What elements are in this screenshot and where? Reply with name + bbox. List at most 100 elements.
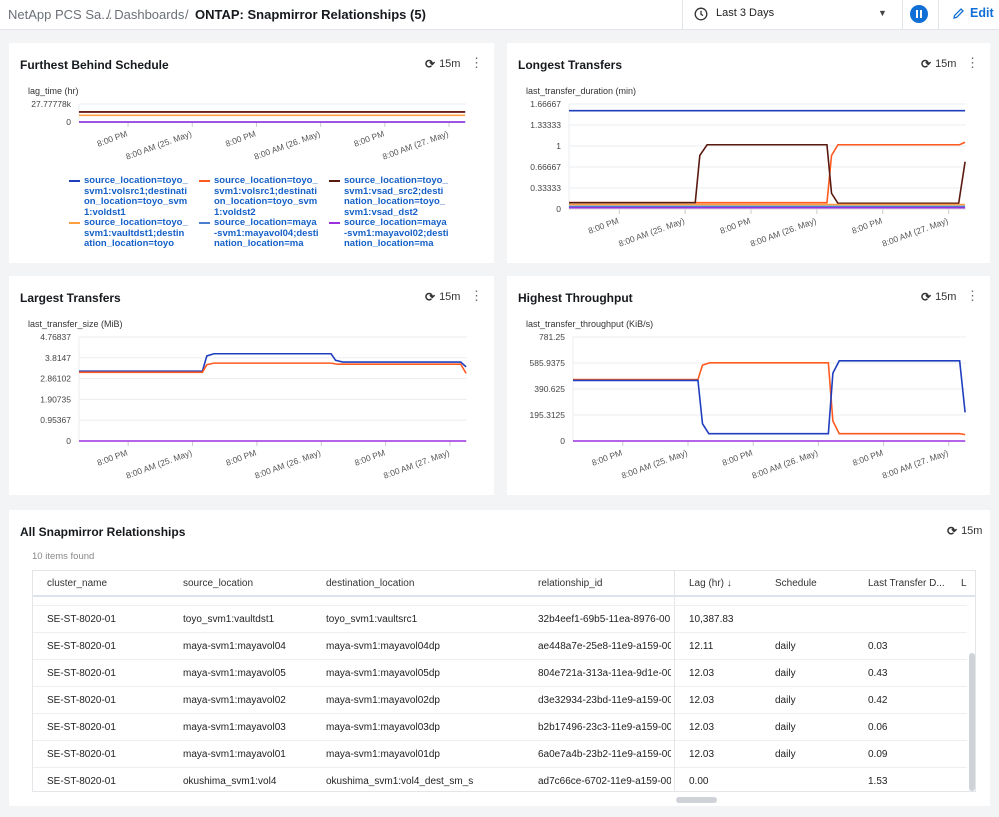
table-panel: All Snapmirror Relationships ⟳ 15m 10 it… [9,510,990,806]
table-row[interactable]: SE-ST-8020-01 maya-svm1:mayavol05 maya-svm… [33,660,967,687]
x-tick-label: 8:00 AM (27. May) [382,447,451,480]
x-tick-label: 8:00 PM [590,447,623,467]
y-tick-label: 781.25 [539,332,565,342]
items-count: 10 items found [32,551,95,562]
legend-label: source_location=maya-svm1:mayavol02;dest… [344,218,449,249]
top-bar: NetApp PCS Sa... / Dashboards / ONTAP: S… [0,0,999,30]
table-cell: maya-svm1:mayavol04dp [326,641,440,652]
y-tick-label: 0 [560,436,565,446]
breadcrumb-root[interactable]: NetApp PCS Sa... [8,7,112,22]
column-header[interactable]: destination_location [326,571,414,597]
caret-down-icon: ▼ [878,8,887,18]
table-cell: maya-svm1:mayavol03 [183,722,286,733]
column-header[interactable]: Last Transfer D... [868,571,945,597]
vertical-scrollbar[interactable] [967,597,975,791]
table-cell: 0.42 [868,695,888,706]
column-header[interactable]: relationship_id [538,571,603,597]
x-tick-label: 8:00 PM [721,447,754,467]
y-tick-label: 4.76837 [40,332,71,342]
table-row[interactable]: SE-ST-8020-01 maya-svm1:mayavol03 maya-svm… [33,714,967,741]
x-tick-label: 8:00 AM (27. May) [881,447,950,480]
table-cell: 1.53 [868,776,888,787]
legend-item[interactable]: source_location=toyo_svm1:volsrc1;destin… [199,176,319,218]
table-cell: 12.03 [689,749,715,760]
y-tick-label: 0.66667 [530,162,561,172]
column-header[interactable]: Lag (hr) ↓ [689,571,732,597]
x-tick-label: 8:00 AM (26. May) [253,128,322,161]
legend-swatch [69,222,80,224]
table-cell: daily [775,668,796,679]
table-cell: maya-svm1:mayavol02 [183,695,286,706]
table-row[interactable]: SE-ST-8020-01 maya-svm1:mayavol04 maya-svm… [33,633,967,660]
x-tick-label: 8:00 PM [719,215,752,235]
y-tick-label: 195.3125 [530,410,566,420]
legend-item[interactable]: source_location=toyo_svm1:volsrc1;destin… [69,176,189,218]
table-row[interactable]: SE-ST-8020-01 okushima_svm1:vol4 okushima_… [33,768,967,791]
column-header[interactable]: cluster_name [47,571,107,597]
pause-button[interactable] [910,5,928,23]
x-tick-label: 8:00 PM [96,447,129,467]
legend-item[interactable]: source_location=toyo_svm1:vsad_src2;dest… [329,176,449,218]
x-tick-label: 8:00 AM (25. May) [620,447,689,480]
edit-label: Edit [970,6,994,20]
refresh-control[interactable]: ⟳ 15m [947,524,982,538]
table-cell: b2b17496-23c3-11e9-a159-00 [538,722,671,733]
table-cell: SE-ST-8020-01 [47,722,116,733]
x-tick-label: 8:00 AM (25. May) [124,128,193,161]
table-cell: 10,387.83 [689,614,734,625]
table-cell: toyo_svm1:vaultdst1 [183,614,275,625]
table-cell: 12.03 [689,695,715,706]
y-tick-label: 3.8147 [45,353,71,363]
table-row[interactable]: SE-ST-8020-01 maya-svm1:mayavol01 maya-svm… [33,741,967,768]
table-row[interactable]: SE-ST-8020-01 toyo_svm1:vaultdst1 toyo_svm… [33,606,967,633]
legend-item[interactable]: source_location=maya-svm1:mayavol02;dest… [329,218,449,250]
y-tick-label: 0 [556,204,561,214]
x-tick-label: 8:00 AM (26. May) [750,447,819,480]
vertical-scrollbar-thumb[interactable] [969,653,975,791]
y-tick-label: 585.9375 [530,358,566,368]
y-tick-label: 1.66667 [530,99,561,109]
y-tick-label: 0 [66,436,71,446]
series-line-2 [569,143,966,205]
horizontal-scrollbar-thumb[interactable] [676,797,717,803]
table-cell: daily [775,695,796,706]
refresh-interval: 15m [961,525,983,537]
y-tick-label: 1.90735 [40,394,71,404]
table-cell: ae448a7e-25e8-11e9-a159-00 [538,641,671,652]
table-cell: maya-svm1:mayavol02dp [326,695,440,706]
table-cell: 0.09 [868,749,888,760]
table-cell: 0.00 [689,776,709,787]
table-cell: daily [775,641,796,652]
highest-throughput-panel: Highest Throughput ⟳ 15m ⋮ last_transfer_… [507,276,990,495]
y-tick-label: 27.77778k [31,99,71,109]
time-range-select[interactable]: Last 3 Days ▼ [690,0,895,30]
table-cell: 0.03 [868,641,888,652]
legend-swatch [69,180,80,182]
x-tick-label: 8:00 AM (27. May) [881,215,950,248]
column-header[interactable]: L [961,571,967,597]
legend-label: source_location=toyo_svm1:vsad_src2;dest… [344,176,448,218]
column-header[interactable]: Schedule [775,571,817,597]
table-cell: 12.03 [689,668,715,679]
legend-item[interactable]: source_location=toyo_svm1:vaultdst1;dest… [69,218,189,250]
x-tick-label: 8:00 AM (26. May) [749,215,818,248]
table-row[interactable]: SE-ST-8020-01 maya-svm1:mayavol02 maya-svm… [33,687,967,714]
series-line-1 [569,141,966,204]
x-tick-label: 8:00 PM [224,447,257,467]
table-cell: 6a0e7a4b-23b2-11e9-a159-00 [538,749,671,760]
legend-swatch [199,222,210,224]
legend-item[interactable]: source_location=maya-svm1:mayavol04;dest… [199,218,319,250]
y-tick-label: 2.86102 [40,374,71,384]
y-tick-label: 1 [556,141,561,151]
table-cell: daily [775,722,796,733]
x-tick-label: 8:00 PM [353,447,386,467]
column-header[interactable]: source_location [183,571,253,597]
relationships-table: cluster_name source_location destination_l… [32,570,976,792]
table-cell: SE-ST-8020-01 [47,776,116,787]
table-title: All Snapmirror Relationships [20,525,186,539]
table-cell: 32b4eef1-69b5-11ea-8976-00 [538,614,671,625]
breadcrumb-dashboards[interactable]: / Dashboards [107,7,184,22]
y-tick-label: 0.33333 [530,183,561,193]
line-chart: 027.77778k8:00 PM8:00 AM (25. May) 8:00 P… [31,99,466,162]
table-cell: 0.06 [868,722,888,733]
